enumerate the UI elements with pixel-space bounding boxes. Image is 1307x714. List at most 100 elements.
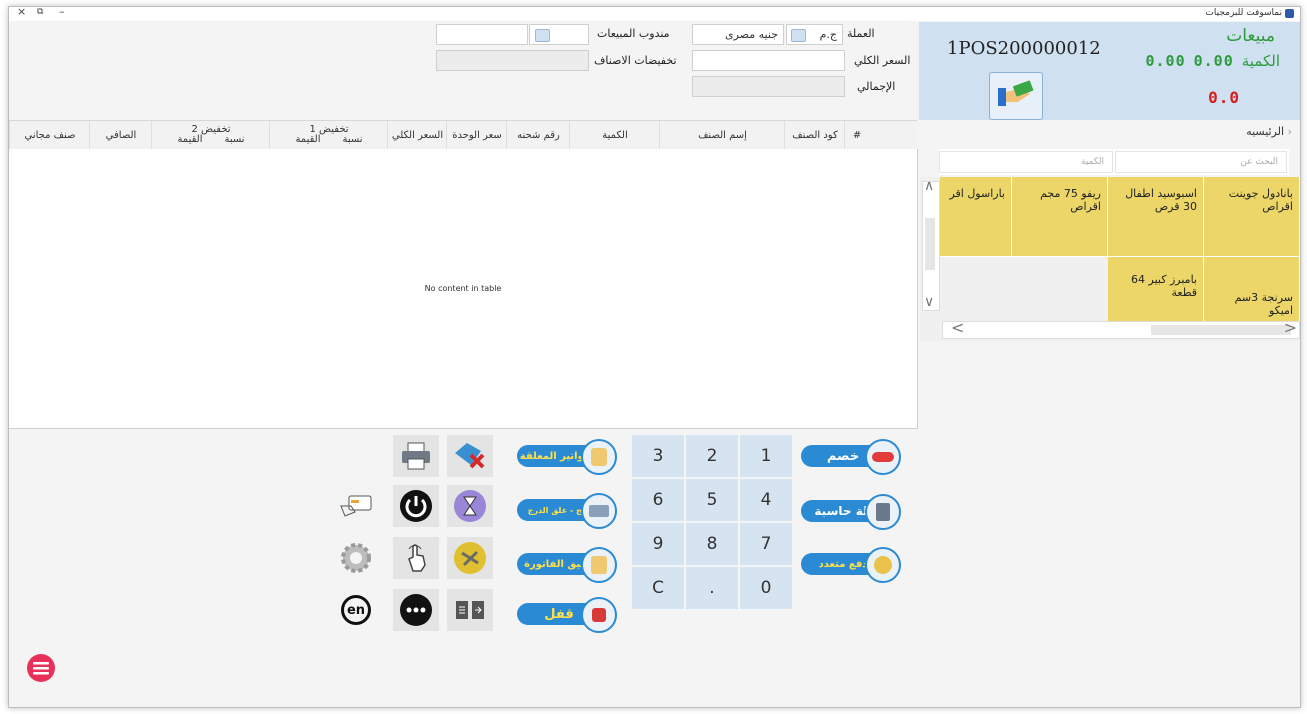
col-disc1[interactable]: تخفيض 1 نسبة القيمة <box>269 121 388 149</box>
power-button[interactable] <box>393 485 439 527</box>
total-label: الإجمالي <box>857 80 896 93</box>
padlock-icon <box>581 597 617 633</box>
app-logo-icon <box>1285 8 1294 18</box>
close-icon[interactable]: × <box>17 7 26 18</box>
search-input[interactable]: البحث عن <box>1115 151 1287 173</box>
calculator-button[interactable]: الة حاسبة <box>801 494 901 530</box>
pos-window: × ⧉ – نماسوفت للبرمجيات العملة ج.م جنيه … <box>8 6 1301 708</box>
col-num[interactable]: # <box>844 121 869 149</box>
col-disc1-val: القيمة <box>295 134 321 145</box>
printer-icon <box>402 442 430 470</box>
empty-table-text: No content in table <box>424 284 502 293</box>
payment-button[interactable] <box>989 72 1043 120</box>
multi-pay-button[interactable]: دفع متعدد <box>801 547 901 583</box>
col-disc2-pct: نسبة <box>224 134 245 145</box>
hold-invoice-icon <box>581 547 617 583</box>
language-button[interactable]: en <box>333 589 379 631</box>
summary-title: مبيعات <box>1226 26 1275 46</box>
lock-button[interactable]: قفل <box>517 597 617 633</box>
item-discounts-label: تخفيضات الاصناف <box>594 54 677 67</box>
key-dot[interactable]: . <box>686 567 738 609</box>
discount-button[interactable]: خصم <box>801 439 901 475</box>
card-hand-icon <box>340 495 372 517</box>
switch-layout-button[interactable] <box>447 589 493 631</box>
col-name[interactable]: إسم الصنف <box>659 121 785 149</box>
hourglass-icon <box>454 490 486 522</box>
tools-button[interactable] <box>447 537 493 579</box>
delete-item-button[interactable] <box>447 435 493 477</box>
key-5[interactable]: 5 <box>686 479 738 521</box>
currency-name-field[interactable]: جنيه مصرى <box>692 24 784 45</box>
held-invoices-button[interactable]: الفواتير المعلقة <box>517 439 617 475</box>
key-7[interactable]: 7 <box>740 523 792 565</box>
key-2[interactable]: 2 <box>686 435 738 477</box>
col-unit-price[interactable]: سعر الوحدة <box>446 121 507 149</box>
main-menu-button[interactable] <box>27 654 55 682</box>
multi-pay-icon <box>865 547 901 583</box>
item-discounts-field <box>436 50 589 71</box>
key-3[interactable]: 3 <box>632 435 684 477</box>
scroll-up-icon[interactable]: ∧ <box>924 178 934 194</box>
minimize-icon[interactable]: – <box>59 7 65 18</box>
qty-label: الكمية <box>1241 52 1280 70</box>
breadcrumb-home[interactable]: الرئيسيه <box>1246 125 1284 138</box>
key-9[interactable]: 9 <box>632 523 684 565</box>
vertical-scrollbar[interactable]: ∧ ∨ <box>922 178 940 311</box>
gear-icon <box>341 543 371 573</box>
product-tile[interactable]: اسبوسيد اطفال 30 قرص <box>1108 177 1204 257</box>
invoice-number: 1POS200000012 <box>947 38 1101 59</box>
product-tile[interactable]: باراسول اقر <box>940 177 1012 257</box>
horizontal-scrollbar[interactable]: < > <box>942 318 1300 339</box>
scroll-right-icon[interactable]: > <box>1284 318 1297 337</box>
currency-code-picker-icon[interactable] <box>791 29 806 42</box>
scroll-down-icon[interactable]: ∨ <box>924 294 934 310</box>
more-button[interactable] <box>393 589 439 631</box>
card-payment-button[interactable] <box>333 485 379 527</box>
col-disc2[interactable]: تخفيض 2 نسبة القيمة <box>151 121 270 149</box>
salesman-label: مندوب المبيعات <box>597 27 670 40</box>
tools-icon <box>454 542 486 574</box>
col-code[interactable]: كود الصنف <box>784 121 845 149</box>
key-1[interactable]: 1 <box>740 435 792 477</box>
salesman-picker-icon[interactable] <box>535 29 550 42</box>
key-clear[interactable]: C <box>632 567 684 609</box>
key-6[interactable]: 6 <box>632 479 684 521</box>
settings-button[interactable] <box>333 537 379 579</box>
catalog-search-row: البحث عن الكمية <box>939 149 1289 175</box>
app-title-text: نماسوفت للبرمجيات <box>1205 8 1282 18</box>
vertical-scroll-thumb[interactable] <box>925 218 935 270</box>
print-button[interactable] <box>393 435 439 477</box>
key-4[interactable]: 4 <box>740 479 792 521</box>
col-qty[interactable]: الكمية <box>569 121 660 149</box>
hand-money-icon <box>998 80 1034 106</box>
qty-input[interactable]: الكمية <box>939 151 1113 173</box>
discount-icon <box>865 439 901 475</box>
key-0[interactable]: 0 <box>740 567 792 609</box>
col-free[interactable]: صنف مجاني <box>9 121 90 149</box>
col-batch[interactable]: رقم شحنه <box>506 121 570 149</box>
salesman-field[interactable] <box>436 24 528 45</box>
col-disc1-pct: نسبة <box>342 134 363 145</box>
total-price-field[interactable] <box>692 50 845 71</box>
tag-delete-icon <box>455 443 485 469</box>
total-price-label: السعر الكلي <box>854 54 911 67</box>
items-table-body[interactable]: No content in table <box>9 149 918 429</box>
col-net[interactable]: الصافي <box>89 121 152 149</box>
key-8[interactable]: 8 <box>686 523 738 565</box>
held-invoices-icon <box>581 439 617 475</box>
catalog-grid: بانادول جوينت اقراص اسبوسيد اطفال 30 قرص… <box>920 177 1300 341</box>
restore-icon[interactable]: ⧉ <box>37 7 43 17</box>
currency-label: العملة <box>847 27 875 40</box>
horizontal-scroll-thumb[interactable] <box>1151 325 1291 335</box>
product-tile[interactable]: بانادول جوينت اقراص <box>1204 177 1300 257</box>
product-tile[interactable]: ريفو 75 مجم اقراص <box>1012 177 1108 257</box>
hold-invoice-button[interactable]: تعليق الفاتورة <box>517 547 617 583</box>
breadcrumb[interactable]: الرئيسيه › <box>1246 125 1292 138</box>
touch-button[interactable] <box>393 537 439 579</box>
scroll-left-icon[interactable]: < <box>951 318 964 337</box>
app-title: نماسوفت للبرمجيات <box>1205 8 1294 18</box>
col-total-price[interactable]: السعر الكلي <box>387 121 447 149</box>
pending-button[interactable] <box>447 485 493 527</box>
open-close-drawer-button[interactable]: فتح - غلق الدرج <box>517 493 617 529</box>
language-en-icon: en <box>341 595 371 625</box>
